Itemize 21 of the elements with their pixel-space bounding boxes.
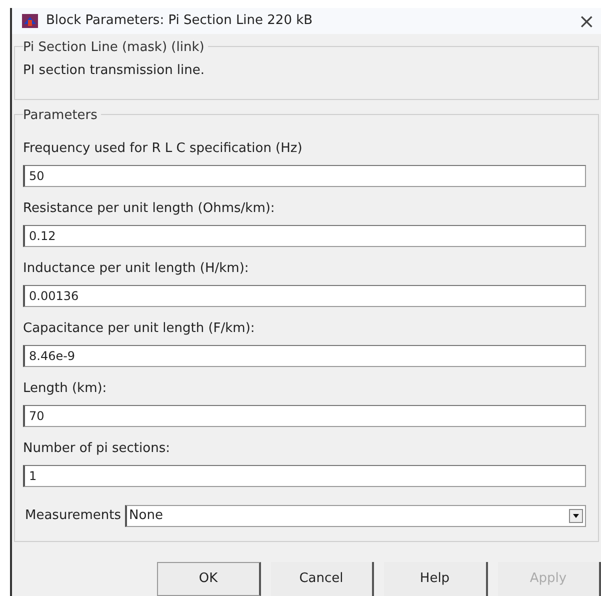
app-icon: [22, 14, 38, 28]
measurements-label: Measurements: [24, 507, 122, 526]
field-label: Frequency used for R L C specification (Hz): [23, 140, 304, 158]
input-field[interactable]: 0.12: [23, 225, 586, 247]
input-field[interactable]: 70: [23, 405, 586, 427]
field-label: Length (km):: [23, 380, 108, 398]
field-label: Number of pi sections:: [23, 440, 171, 458]
measurements-dropdown[interactable]: None: [125, 505, 586, 527]
field-label: Resistance per unit length (Ohms/km):: [23, 200, 276, 218]
close-button[interactable]: ×: [576, 10, 597, 31]
dialog-button[interactable]: OK: [157, 562, 260, 596]
field-label: Inductance per unit length (H/km):: [23, 260, 250, 278]
window-title: Block Parameters: Pi Section Line 220 kB: [46, 12, 314, 30]
input-field[interactable]: 50: [23, 165, 586, 187]
dialog-button[interactable]: Cancel: [270, 562, 374, 596]
field-label: Capacitance per unit length (F/km):: [23, 320, 256, 338]
dialog-button[interactable]: Help: [384, 562, 488, 596]
input-field[interactable]: 8.46e-9: [23, 345, 586, 367]
input-field[interactable]: 0.00136: [23, 285, 586, 307]
input-field[interactable]: 1: [23, 465, 586, 487]
description: PI section transmission line.: [23, 62, 205, 78]
